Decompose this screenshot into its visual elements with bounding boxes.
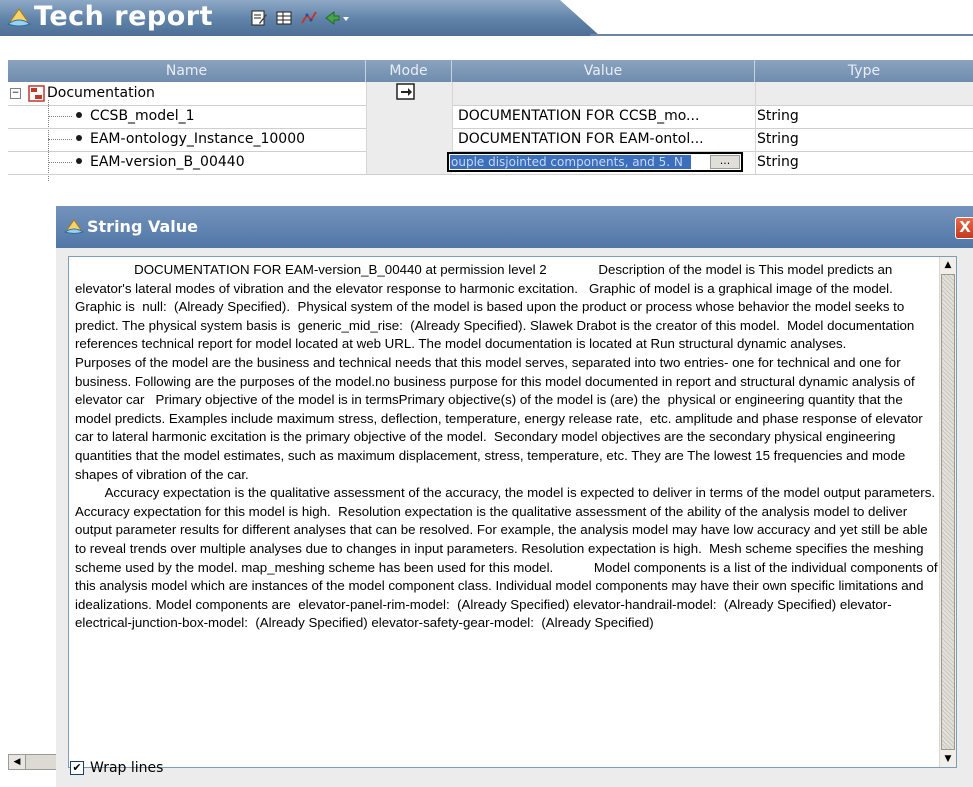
column-header-type[interactable]: Type	[755, 60, 973, 82]
vertical-scrollbar[interactable]: ▲ ▼	[939, 257, 956, 767]
close-button[interactable]: X	[955, 217, 973, 239]
string-value-textarea[interactable]: DOCUMENTATION FOR EAM-version_B_00440 at…	[68, 256, 957, 768]
documentation-text[interactable]: DOCUMENTATION FOR EAM-version_B_00440 at…	[75, 261, 939, 633]
dialog-title: String Value	[87, 217, 198, 236]
type-cell	[755, 82, 973, 105]
name-cell: EAM-ontology_Instance_10000	[8, 128, 366, 151]
table-header: Name Mode Value Type	[8, 60, 973, 82]
mode-cell	[366, 105, 452, 128]
string-value-dialog: String Value X DOCUMENTATION FOR EAM-ver…	[56, 206, 973, 787]
scroll-left-button[interactable]: ◀	[8, 754, 26, 770]
collapse-icon[interactable]: −	[10, 88, 21, 99]
chart-icon[interactable]	[300, 9, 318, 27]
column-header-name[interactable]: Name	[8, 60, 366, 82]
checkmark-icon[interactable]: ✔	[70, 761, 84, 775]
header-divider	[590, 34, 973, 36]
column-header-mode[interactable]: Mode	[366, 60, 452, 82]
value-cell[interactable]: DOCUMENTATION FOR CCSB_mo...	[452, 105, 755, 128]
value-edit-more-button[interactable]: ...	[710, 155, 740, 169]
type-cell: String	[755, 105, 973, 128]
tree-branch	[48, 162, 72, 163]
value-edit-field[interactable]: ouple disjointed components, and 5. N ..…	[447, 152, 743, 172]
horizontal-scrollbar[interactable]	[26, 754, 56, 770]
value-edit-text[interactable]: ouple disjointed components, and 5. N	[450, 155, 691, 169]
tree-branch	[48, 116, 72, 117]
mode-export-icon[interactable]	[396, 83, 416, 101]
tree-branch	[48, 139, 72, 140]
table-row-group[interactable]: − Documentation	[8, 82, 973, 106]
table-row[interactable]: CCSB_model_1 DOCUMENTATION FOR CCSB_mo..…	[8, 105, 973, 129]
wrap-lines-label: Wrap lines	[90, 760, 164, 776]
row-name: EAM-version_B_00440	[90, 154, 245, 170]
hierarchy-icon	[28, 85, 45, 102]
name-cell: EAM-version_B_00440	[8, 151, 366, 174]
page-title: Tech report	[34, 1, 213, 32]
edit-icon[interactable]	[250, 9, 268, 27]
table-row[interactable]: EAM-ontology_Instance_10000 DOCUMENTATIO…	[8, 128, 973, 152]
mode-cell	[366, 151, 452, 174]
wrap-lines-checkbox[interactable]: ✔ Wrap lines	[70, 760, 163, 776]
row-name: EAM-ontology_Instance_10000	[90, 131, 306, 147]
dialog-titlebar[interactable]: String Value X	[56, 206, 973, 248]
group-label: Documentation	[47, 85, 155, 101]
type-cell: String	[755, 128, 973, 151]
row-name: CCSB_model_1	[90, 108, 195, 124]
app-logo-icon	[6, 8, 32, 27]
bullet-icon	[76, 135, 82, 141]
scroll-thumb[interactable]	[941, 274, 955, 750]
table-icon[interactable]	[275, 9, 293, 27]
scroll-up-button[interactable]: ▲	[941, 257, 955, 273]
bullet-icon	[76, 158, 82, 164]
app-logo-icon	[64, 219, 84, 234]
scroll-down-button[interactable]: ▼	[941, 751, 955, 767]
name-cell: CCSB_model_1	[8, 105, 366, 128]
mode-cell[interactable]	[366, 82, 452, 105]
column-header-value[interactable]: Value	[452, 60, 755, 82]
type-cell: String	[755, 151, 973, 174]
bullet-icon	[76, 112, 82, 118]
value-cell	[452, 82, 755, 105]
mode-cell	[366, 128, 452, 151]
group-name-cell: − Documentation	[8, 82, 366, 105]
export-icon[interactable]	[324, 9, 350, 27]
value-cell[interactable]: DOCUMENTATION FOR EAM-ontol...	[452, 128, 755, 151]
header-bar: Tech report	[0, 0, 973, 38]
